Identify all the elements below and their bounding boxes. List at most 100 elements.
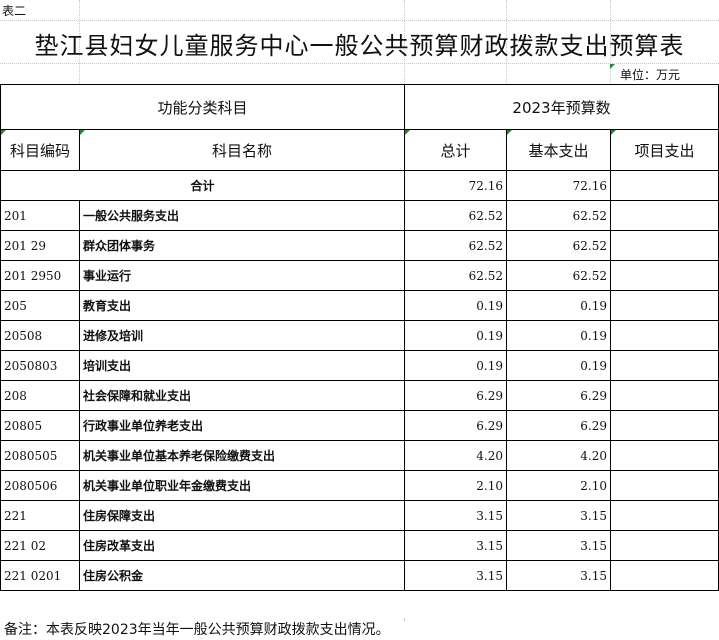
row-name: 住房改革支出 [78,530,406,561]
row-name: 培训支出 [78,350,406,381]
sheet-tag: 表二 [2,4,27,18]
row-total: 2.10 [404,470,508,501]
row-project [610,410,719,441]
row-basic: 3.15 [506,530,612,561]
row-total: 6.29 [404,410,508,441]
row-code: 2080505 [0,440,80,471]
header-row-columns: 科目编码 科目名称 总计 基本支出 项目支出 [0,129,719,171]
row-basic: 0.19 [506,320,612,351]
header-total: 总计 [404,129,508,171]
row-total: 3.15 [404,560,508,591]
row-code: 201 2950 [0,260,80,291]
row-code: 2080506 [0,470,80,501]
table-row: 2080505 机关事业单位基本养老保险缴费支出 4.20 4.20 [0,440,719,471]
header-name: 科目名称 [78,129,406,171]
header-code: 科目编码 [0,129,80,171]
table-row: 2080506 机关事业单位职业年金缴费支出 2.10 2.10 [0,470,719,501]
row-code: 201 [0,200,80,231]
row-basic: 3.15 [506,560,612,591]
row-code: 221 0201 [0,560,80,591]
row-project [610,500,719,531]
row-basic: 0.19 [506,290,612,321]
row-code: 20805 [0,410,80,441]
row-code: 2050803 [0,350,80,381]
table-row: 221 02 住房改革支出 3.15 3.15 [0,530,719,561]
header-row-group: 功能分类科目 2023年预算数 [0,84,719,130]
row-name: 机关事业单位基本养老保险缴费支出 [78,440,406,471]
row-basic: 62.52 [506,230,612,261]
comment-marker-icon [507,130,513,135]
row-total: 0.19 [404,290,508,321]
row-basic: 62.52 [506,200,612,231]
row-total: 62.52 [404,230,508,261]
row-project [610,470,719,501]
row-code: 205 [0,290,80,321]
comment-marker-icon [405,130,411,135]
row-basic: 62.52 [506,260,612,291]
row-name: 群众团体事务 [78,230,406,261]
row-total: 3.15 [404,530,508,561]
page-title: 垫江县妇女儿童服务中心一般公共预算财政拨款支出预算表 [34,32,685,60]
row-total: 3.15 [404,500,508,531]
row-project [610,560,719,591]
row-project [610,380,719,411]
comment-marker-icon [1,130,6,135]
unit-label: 单位：万元 [620,68,681,82]
row-name: 合计 [0,170,406,201]
row-name: 一般公共服务支出 [78,200,406,231]
header-project: 项目支出 [610,129,719,171]
row-basic: 0.19 [506,350,612,381]
row-project [610,320,719,351]
row-project [610,440,719,471]
table-row: 201 2950 事业运行 62.52 62.52 [0,260,719,291]
row-project [610,350,719,381]
row-project [610,530,719,561]
row-code: 221 [0,500,80,531]
table-row: 201 一般公共服务支出 62.52 62.52 [0,200,719,231]
row-name: 进修及培训 [78,320,406,351]
row-basic: 2.10 [506,470,612,501]
table-row: 20508 进修及培训 0.19 0.19 [0,320,719,351]
row-project [610,170,719,201]
row-project [610,290,719,321]
row-name: 机关事业单位职业年金缴费支出 [78,470,406,501]
header-budget-year: 2023年预算数 [404,84,719,130]
table-row: 201 29 群众团体事务 62.52 62.52 [0,230,719,261]
row-project [610,260,719,291]
table-row: 205 教育支出 0.19 0.19 [0,290,719,321]
comment-marker-icon [611,130,617,135]
row-total: 0.19 [404,320,508,351]
table-row: 221 0201 住房公积金 3.15 3.15 [0,560,719,591]
row-basic: 3.15 [506,500,612,531]
table-row-total: 合计 72.16 72.16 [0,170,719,201]
row-name: 住房公积金 [78,560,406,591]
row-name: 住房保障支出 [78,500,406,531]
table-row: 208 社会保障和就业支出 6.29 6.29 [0,380,719,411]
row-basic: 4.20 [506,440,612,471]
row-total: 62.52 [404,200,508,231]
row-name: 行政事业单位养老支出 [78,410,406,441]
header-functional-classification: 功能分类科目 [0,84,406,130]
footnote: 备注：本表反映2023年当年一般公共预算财政拨款支出情况。 [4,622,390,638]
row-name: 社会保障和就业支出 [78,380,406,411]
row-code: 208 [0,380,80,411]
row-name: 事业运行 [78,260,406,291]
row-total: 4.20 [404,440,508,471]
row-basic: 6.29 [506,410,612,441]
row-total: 62.52 [404,260,508,291]
table-row: 221 住房保障支出 3.15 3.15 [0,500,719,531]
table-row: 20805 行政事业单位养老支出 6.29 6.29 [0,410,719,441]
table-row: 2050803 培训支出 0.19 0.19 [0,350,719,381]
row-total: 6.29 [404,380,508,411]
budget-table: 功能分类科目 2023年预算数 科目编码 科目名称 总计 基本支出 项目支出 合… [0,84,719,591]
row-project [610,200,719,231]
row-total: 72.16 [404,170,508,201]
row-total: 0.19 [404,350,508,381]
row-code: 201 29 [0,230,80,261]
row-code: 221 02 [0,530,80,561]
header-basic: 基本支出 [506,129,612,171]
comment-marker-icon [610,64,615,69]
row-basic: 6.29 [506,380,612,411]
row-project [610,230,719,261]
comment-marker-icon [80,130,85,135]
